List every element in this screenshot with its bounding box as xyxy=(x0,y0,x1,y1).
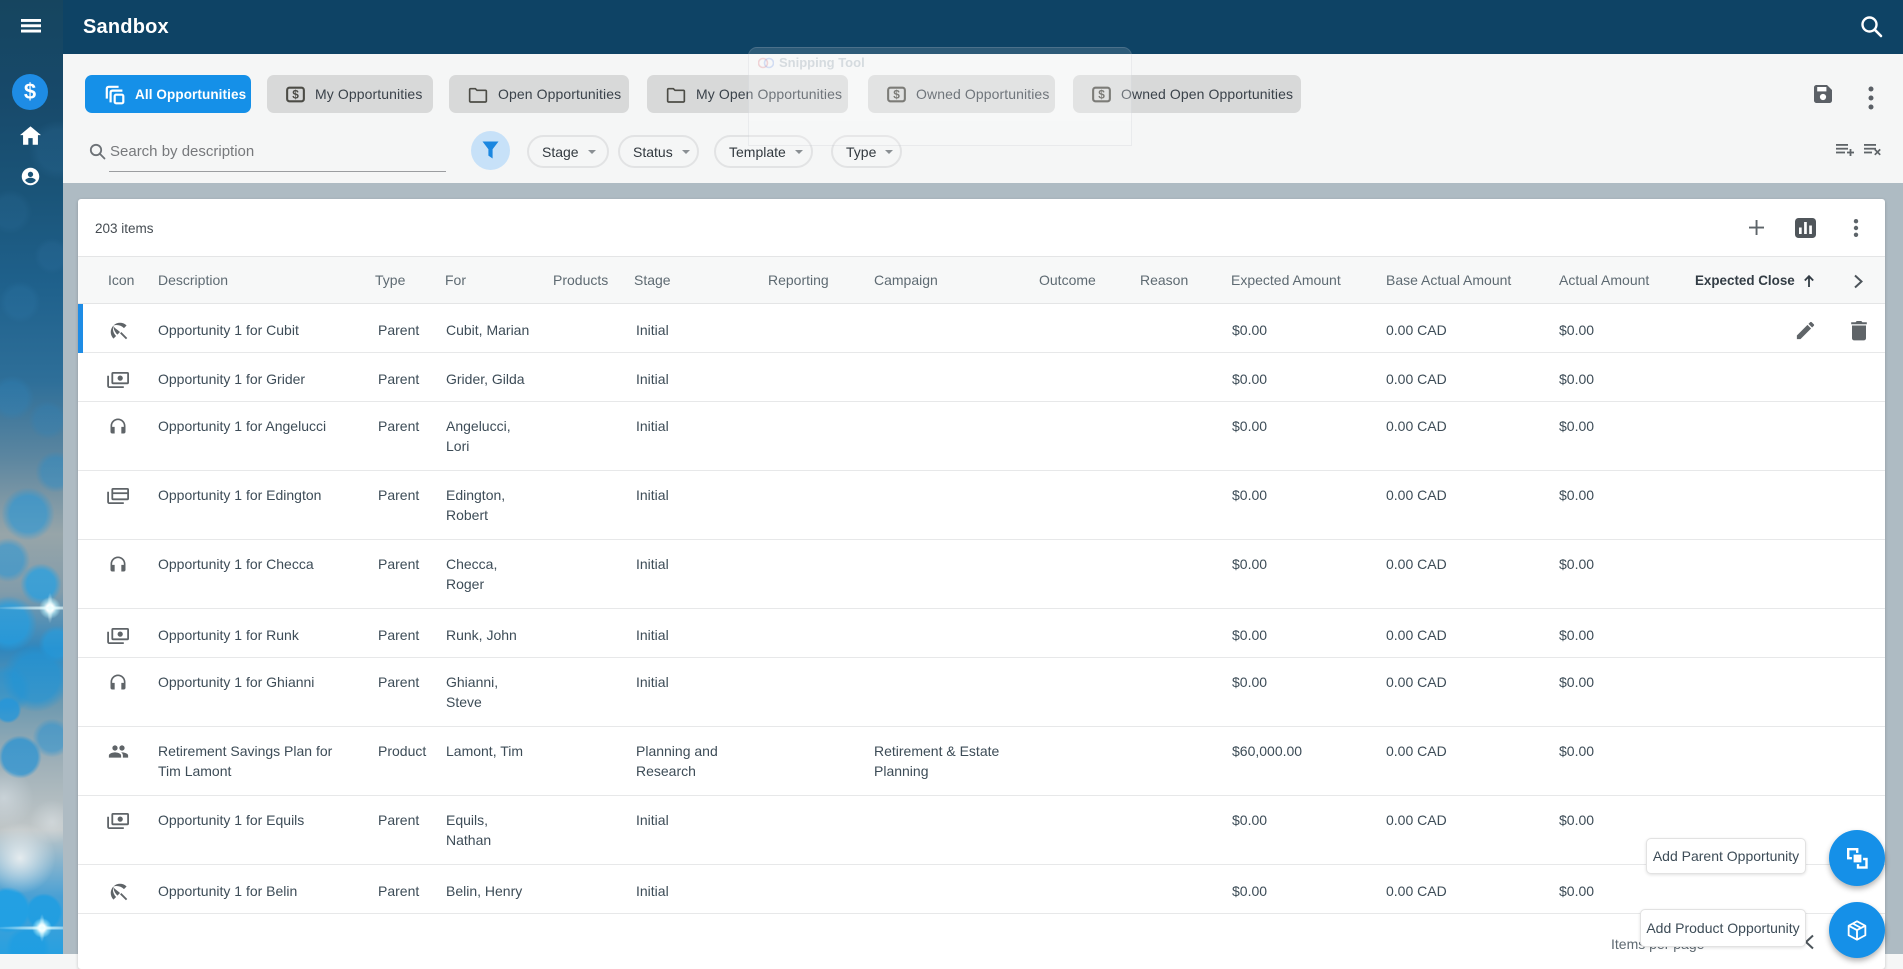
svg-text:$: $ xyxy=(292,87,299,101)
